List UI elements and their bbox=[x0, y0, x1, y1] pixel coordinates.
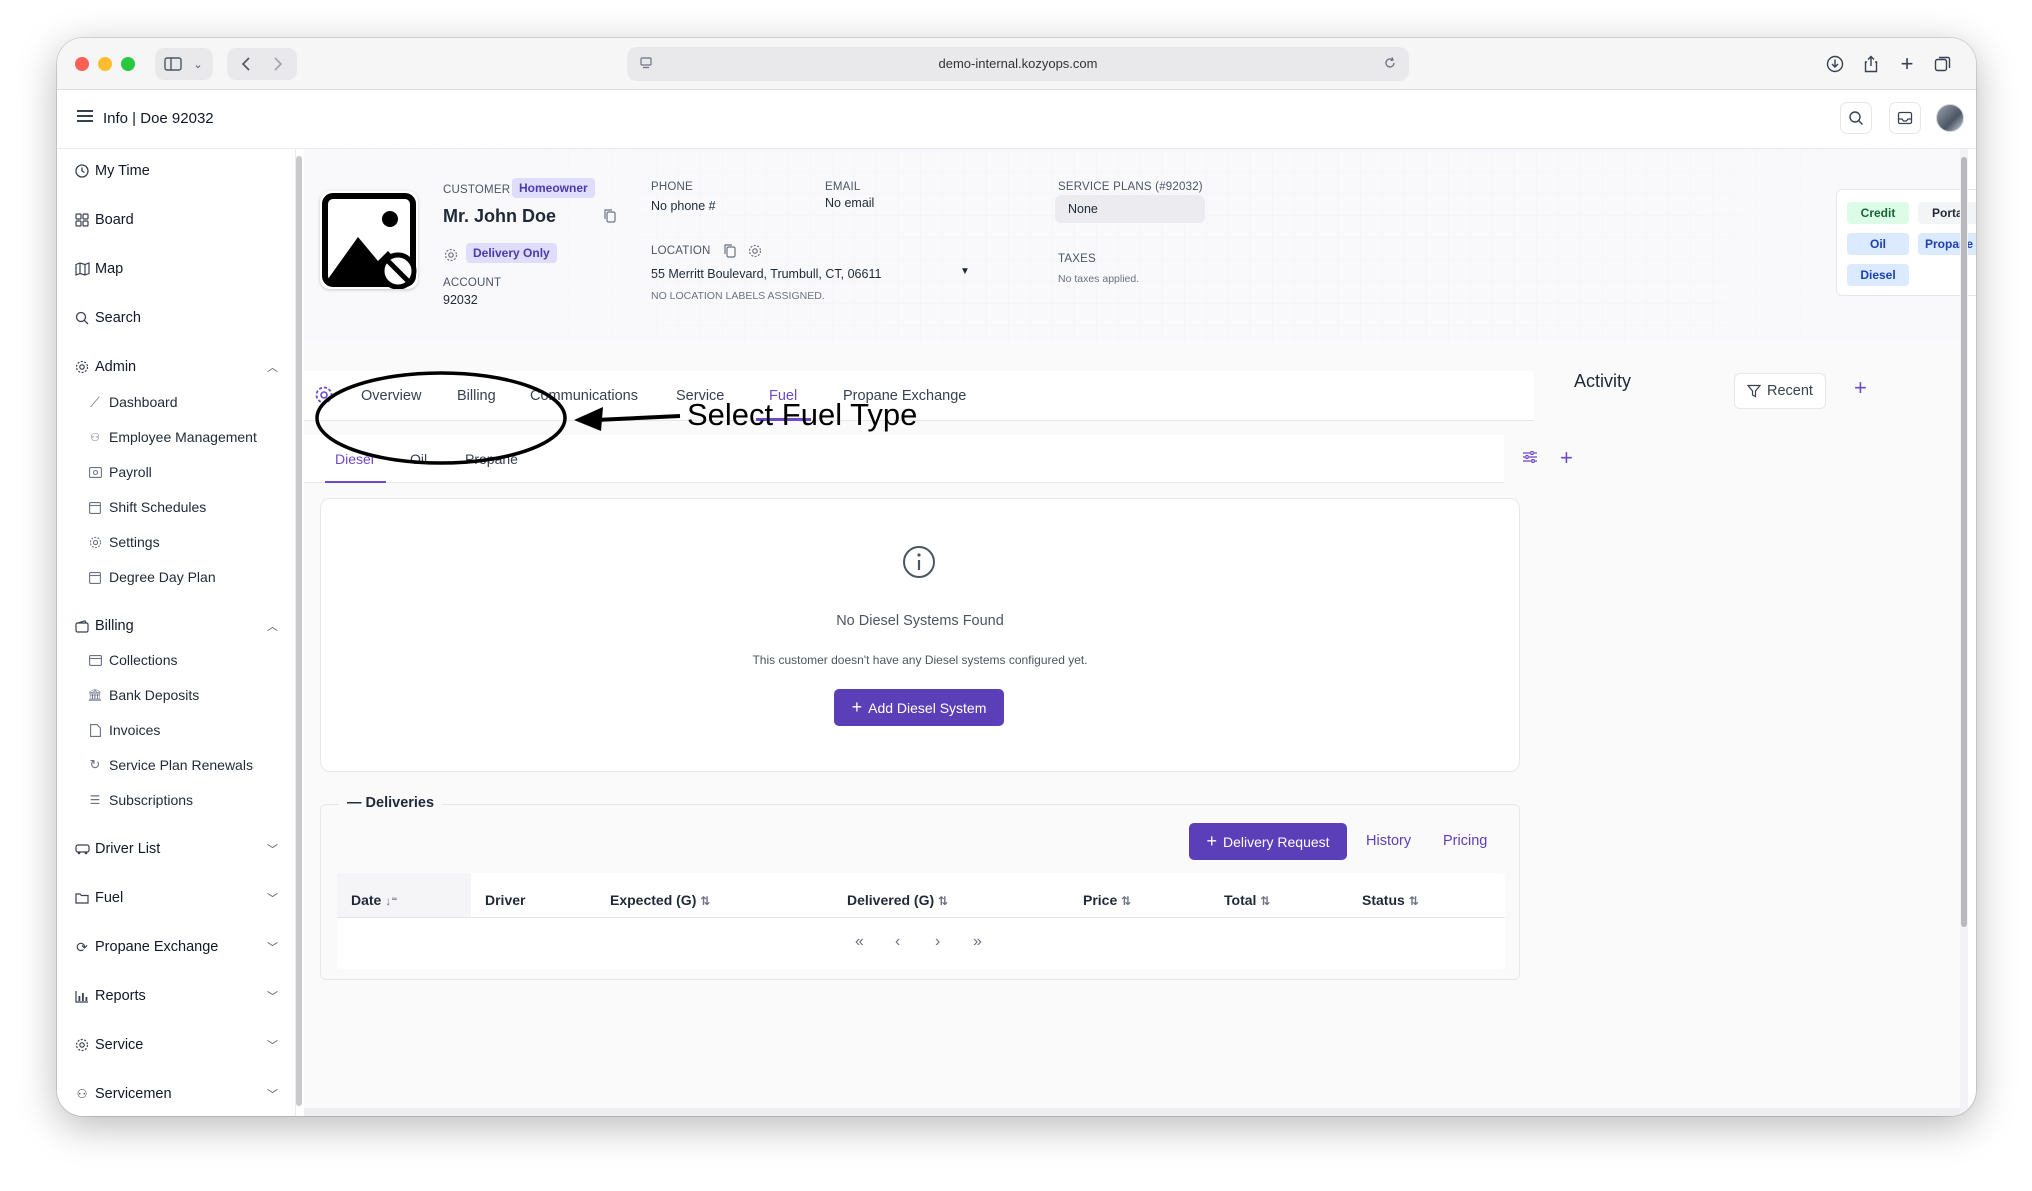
annotation-arrow-head bbox=[574, 407, 603, 431]
annotation-overlay bbox=[315, 371, 681, 465]
annotation-circle bbox=[315, 371, 567, 465]
annotation-arrow-line bbox=[595, 414, 681, 422]
annotation-text: Select Fuel Type bbox=[687, 397, 918, 432]
